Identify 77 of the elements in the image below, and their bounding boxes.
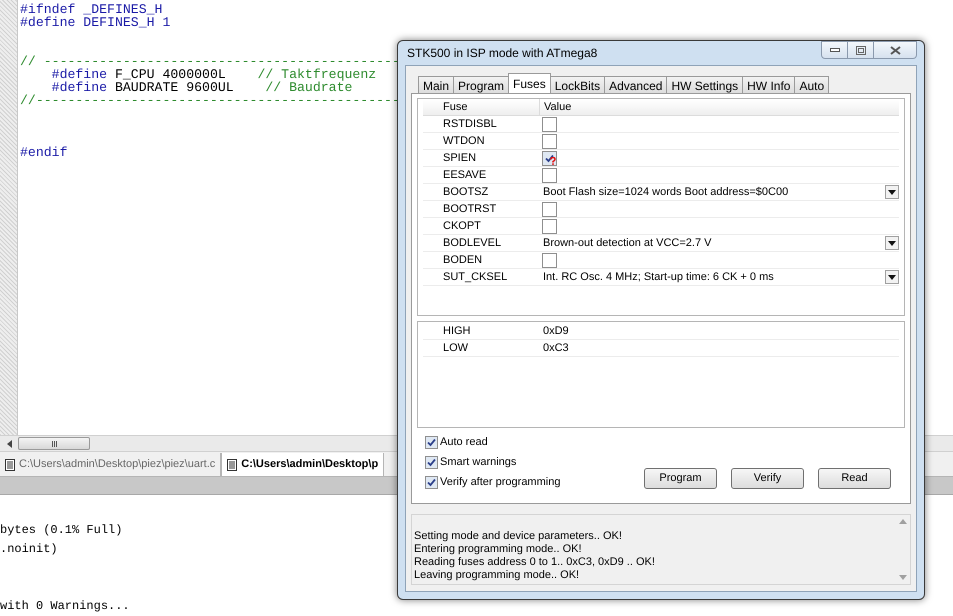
fuse-name: RSTDISBL [442, 116, 498, 132]
fuse-byte-value: 0xC3 [542, 340, 569, 356]
log-line: Setting mode and device parameters.. OK! [414, 530, 623, 543]
fuse-name: BODEN [442, 252, 484, 268]
code-keyword: #define [52, 81, 108, 94]
output-line: with 0 Warnings... [0, 598, 130, 615]
tab[interactable]: HW Settings [666, 76, 744, 93]
code-text: F_CPU 4000000L [114, 68, 227, 81]
code-keyword: #endif [20, 146, 68, 159]
fuse-name: SPIEN [442, 150, 478, 166]
document-icon [5, 458, 15, 471]
checkbox[interactable] [425, 436, 438, 448]
code-comment: // Baudrate [265, 81, 352, 94]
checkbox[interactable] [425, 456, 438, 468]
close-button[interactable] [874, 41, 917, 59]
fuse-name: BODLEVEL [442, 236, 502, 251]
column-header: Fuse [442, 100, 468, 115]
fuse-dropdown[interactable]: Int. RC Osc. 4 MHz; Start-up time: 6 CK + 0 ms [539, 269, 899, 285]
warning-mark-icon [550, 156, 556, 164]
fuse-dropdown[interactable]: Brown-out detection at VCC=2.7 V [539, 235, 899, 251]
close-icon [890, 46, 900, 54]
checkbox[interactable] [542, 150, 557, 166]
fuse-name: WTDON [442, 134, 486, 149]
checkbox[interactable] [542, 134, 557, 148]
minimize-button[interactable] [821, 41, 848, 59]
maximize-icon [856, 46, 866, 54]
checkmark-icon [427, 458, 436, 466]
checkbox[interactable] [542, 252, 557, 268]
fuse-name: EESAVE [442, 168, 488, 183]
fuse-name: BOOTRST [442, 202, 498, 217]
code-text: BAUDRATE 9600UL [114, 81, 234, 94]
window-title: STK500 in ISP mode with ATmega8 [406, 45, 598, 62]
tab[interactable]: Advanced [604, 76, 668, 93]
checkbox[interactable] [542, 202, 557, 216]
code-keyword: #define DEFINES_H 1 [20, 16, 170, 29]
log-line: Leaving programming mode.. OK! [414, 569, 580, 582]
action-button[interactable]: Verify [731, 468, 804, 489]
fuse-name: CKOPT [442, 218, 482, 234]
checkbox[interactable] [542, 168, 557, 182]
document-icon [227, 458, 238, 471]
file-tab[interactable]: C:\Users\admin\Desktop\p [221, 453, 384, 476]
column-header: Value [539, 98, 572, 116]
tab[interactable]: Fuses [508, 73, 551, 93]
fuse-name: BOOTSZ [442, 184, 490, 200]
checkbox[interactable] [425, 476, 438, 488]
tab[interactable]: Auto [794, 76, 830, 93]
checkmark-icon [545, 154, 554, 162]
action-button[interactable]: Read [818, 468, 891, 489]
tab[interactable]: Program [453, 76, 510, 93]
option-label: Verify after programming [440, 474, 560, 490]
tab[interactable]: HW Info [742, 76, 796, 93]
output-line: .noinit) [0, 541, 58, 558]
checkbox[interactable] [542, 218, 557, 234]
tab[interactable]: LockBits [550, 76, 606, 93]
fuse-byte-name: HIGH [442, 324, 472, 339]
checkbox[interactable] [542, 116, 557, 132]
tab[interactable]: Main [418, 76, 454, 93]
option-label: Auto read [440, 434, 488, 450]
fuse-dropdown[interactable]: Boot Flash size=1024 words Boot address=$0C00 [539, 184, 899, 200]
maximize-button[interactable] [848, 41, 874, 59]
output-line: bytes (0.1% Full) [0, 522, 122, 539]
code-comment: // --------------------------------------------- [20, 55, 400, 68]
fuse-byte-value: 0xD9 [542, 324, 569, 339]
checkmark-icon [427, 478, 436, 486]
checkmark-icon [427, 438, 436, 446]
log-line: Reading fuses address 0 to 1.. 0xC3, 0xD9 .. OK! [414, 556, 656, 569]
minimize-icon [830, 48, 840, 52]
action-button[interactable]: Program [644, 468, 717, 489]
fuse-name: SUT_CKSEL [442, 270, 508, 285]
option-label: Smart warnings [440, 454, 516, 470]
code-comment: //---------------------------------------------- [20, 94, 400, 107]
scroll-thumb[interactable] [18, 437, 90, 450]
code-keyword: #define [50, 68, 108, 81]
fuse-byte-name: LOW [442, 340, 470, 356]
code-keyword: #ifndef _DEFINES_H [20, 3, 162, 16]
code-comment: // Taktfrequenz [257, 68, 376, 81]
log-line: Entering programming mode.. OK! [414, 543, 583, 556]
